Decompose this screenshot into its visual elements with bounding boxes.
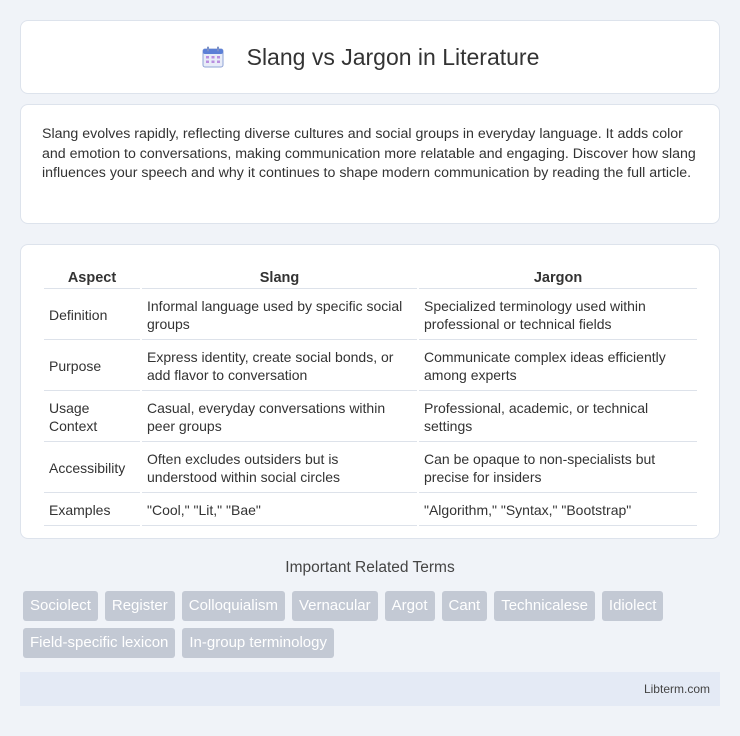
cell-jargon: Professional, academic, or technical set… (419, 393, 697, 442)
cell-slang: Express identity, create social bonds, o… (142, 342, 417, 391)
tag-idiolect[interactable]: Idiolect (601, 591, 664, 621)
comparison-table: Aspect Slang Jargon Definition Informal … (42, 265, 699, 528)
tag-technicalese[interactable]: Technicalese (494, 591, 595, 621)
table-row: Purpose Express identity, create social … (44, 342, 697, 391)
header-jargon: Jargon (419, 267, 697, 289)
tag-sociolect[interactable]: Sociolect (23, 591, 98, 621)
table-row: Accessibility Often excludes outsiders b… (44, 444, 697, 493)
tag-argot[interactable]: Argot (384, 591, 435, 621)
tag-register[interactable]: Register (104, 591, 175, 621)
title-wrap: Slang vs Jargon in Literature (201, 43, 540, 71)
cell-jargon: "Algorithm," "Syntax," "Bootstrap" (419, 495, 697, 526)
cell-slang: Informal language used by specific socia… (142, 291, 417, 340)
tag-cant[interactable]: Cant (441, 591, 488, 621)
cell-aspect: Accessibility (44, 444, 140, 493)
comparison-card: Aspect Slang Jargon Definition Informal … (20, 244, 720, 539)
tag-field-specific-lexicon[interactable]: Field-specific lexicon (23, 628, 176, 658)
header-slang: Slang (142, 267, 417, 289)
related-terms-title: Important Related Terms (285, 559, 455, 576)
header-aspect: Aspect (44, 267, 140, 289)
cell-slang: "Cool," "Lit," "Bae" (142, 495, 417, 526)
cell-slang: Casual, everyday conversations within pe… (142, 393, 417, 442)
tag-in-group-terminology[interactable]: In-group terminology (182, 628, 334, 658)
intro-card: Slang evolves rapidly, reflecting divers… (20, 104, 720, 224)
tag-vernacular[interactable]: Vernacular (291, 591, 378, 621)
cell-aspect: Definition (44, 291, 140, 340)
footer-site-link[interactable]: Libterm.com (644, 682, 710, 696)
footer: Libterm.com (20, 672, 720, 706)
cell-jargon: Can be opaque to non-specialists but pre… (419, 444, 697, 493)
tag-colloquialism[interactable]: Colloquialism (181, 591, 285, 621)
calendar-icon (202, 46, 224, 68)
cell-jargon: Specialized terminology used within prof… (419, 291, 697, 340)
cell-aspect: Examples (44, 495, 140, 526)
related-tags: Sociolect Register Colloquialism Vernacu… (23, 591, 723, 658)
table-row: Usage Context Casual, everyday conversat… (44, 393, 697, 442)
table-row: Definition Informal language used by spe… (44, 291, 697, 340)
cell-slang: Often excludes outsiders but is understo… (142, 444, 417, 493)
header-card: Slang vs Jargon in Literature (20, 20, 720, 94)
cell-aspect: Usage Context (44, 393, 140, 442)
cell-jargon: Communicate complex ideas efficiently am… (419, 342, 697, 391)
table-row: Examples "Cool," "Lit," "Bae" "Algorithm… (44, 495, 697, 526)
table-header-row: Aspect Slang Jargon (44, 267, 697, 289)
intro-text: Slang evolves rapidly, reflecting divers… (42, 126, 696, 182)
cell-aspect: Purpose (44, 342, 140, 391)
page-title: Slang vs Jargon in Literature (246, 43, 540, 70)
